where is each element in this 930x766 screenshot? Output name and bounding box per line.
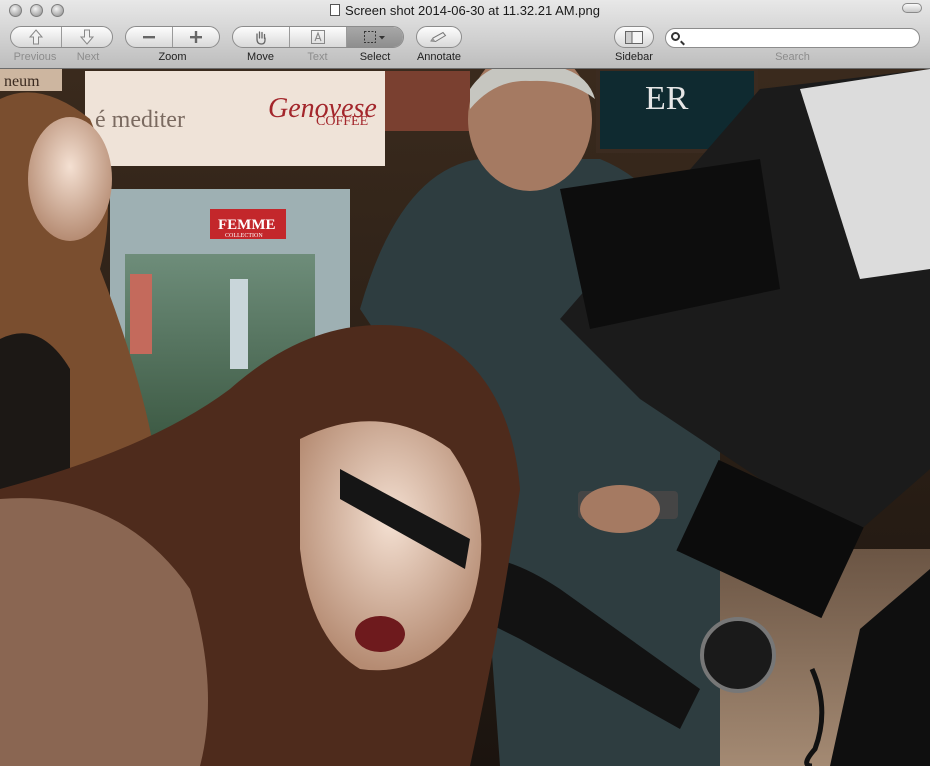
move-label: Move	[247, 51, 274, 63]
previous-next-control	[10, 26, 113, 48]
annotate-button[interactable]	[416, 26, 462, 48]
focus-knob	[700, 617, 776, 693]
window-title: Screen shot 2014-06-30 at 11.32.21 AM.pn…	[345, 3, 600, 18]
text-tool-icon	[311, 30, 325, 44]
zoom-out-button[interactable]	[126, 27, 172, 47]
brand-word: COFFEE	[316, 114, 368, 129]
photo-canvas: neum é mediter Genovese COFFEE ER FEMME …	[0, 69, 930, 766]
previous-label: Previous	[13, 51, 57, 63]
next-label: Next	[76, 51, 100, 63]
museum-sign-text: neum	[4, 73, 40, 90]
move-tool-button[interactable]	[233, 27, 289, 47]
search-input[interactable]	[686, 30, 918, 48]
plus-icon	[190, 31, 202, 43]
sidebar-cell	[615, 27, 653, 47]
woman-front-mouth	[355, 616, 405, 652]
pencil-icon	[430, 31, 447, 43]
sidebar-label: Sidebar	[615, 51, 653, 63]
annotate-cell	[417, 27, 461, 47]
arrow-up-icon	[29, 29, 43, 45]
text-tool-button[interactable]	[289, 27, 346, 47]
femme-sub-text: COLLECTION	[225, 233, 263, 239]
minus-icon	[143, 36, 155, 39]
brick-wall	[385, 71, 470, 131]
mannequin-poster-right	[230, 279, 248, 369]
mannequin-poster-left	[130, 274, 152, 354]
hand-icon	[256, 30, 266, 45]
search-field[interactable]	[665, 28, 920, 48]
document-icon	[330, 4, 341, 16]
window-title-bar: Screen shot 2014-06-30 at 11.32.21 AM.pn…	[0, 3, 930, 18]
zoom-control	[125, 26, 220, 48]
cafe-sign-text: é mediter	[95, 107, 185, 133]
zoom-label: Zoom	[158, 51, 187, 63]
woman-left-face	[28, 117, 112, 241]
select-tool-button[interactable]	[346, 27, 403, 47]
logo-sign-text: ER	[645, 80, 689, 117]
tool-mode-control	[232, 26, 404, 48]
preview-window: Screen shot 2014-06-30 at 11.32.21 AM.pn…	[0, 0, 930, 766]
search-label: Search	[775, 51, 810, 63]
sidebar-icon	[625, 30, 643, 44]
arrow-down-icon	[80, 29, 94, 45]
next-button[interactable]	[61, 27, 112, 47]
previous-button[interactable]	[11, 27, 61, 47]
woman-left-dress	[0, 333, 70, 489]
femme-text: FEMME	[218, 217, 276, 233]
text-label: Text	[307, 51, 328, 63]
select-label: Select	[359, 51, 391, 63]
selection-dropdown-icon	[364, 31, 385, 43]
sidebar-button[interactable]	[614, 26, 654, 48]
man-hand	[580, 485, 660, 533]
annotate-label: Annotate	[416, 51, 462, 63]
toolbar: Screen shot 2014-06-30 at 11.32.21 AM.pn…	[0, 0, 930, 69]
search-icon	[671, 32, 680, 41]
zoom-in-button[interactable]	[172, 27, 219, 47]
